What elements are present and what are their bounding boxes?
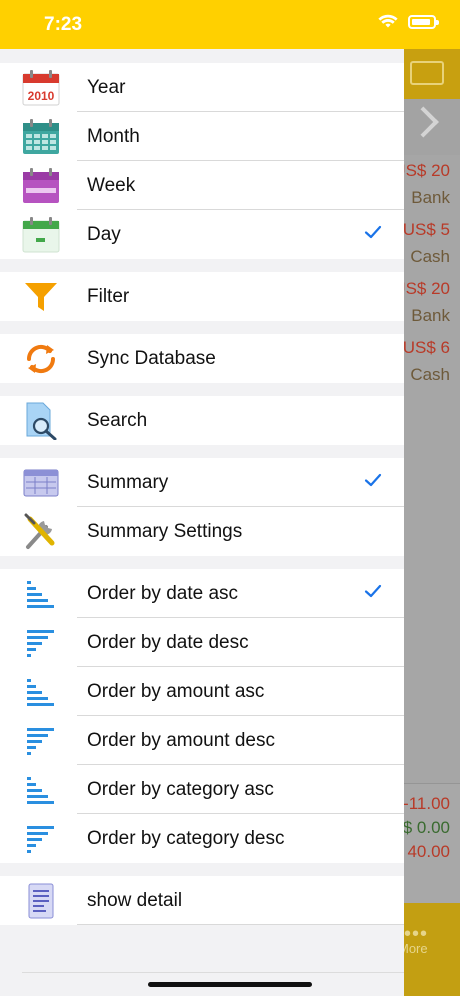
checkmark-icon (364, 584, 382, 598)
menu-item-label: Order by date desc (87, 632, 249, 653)
menu-item-order-amount-desc[interactable]: Order by amount desc (0, 716, 404, 765)
menu-item-month[interactable]: Month (0, 112, 404, 161)
calendar-day-icon (20, 215, 62, 255)
view-section: 2010 Year Month Week Day (0, 63, 404, 259)
status-icons (378, 14, 439, 29)
divider (22, 972, 404, 973)
menu-item-label: Order by amount asc (87, 681, 265, 702)
entry-amount: US$ 20 (404, 161, 450, 180)
summary-table-icon (20, 463, 62, 503)
calendar-week-icon (20, 166, 62, 206)
menu-item-label: Summary (87, 472, 169, 493)
detail-section: show detail (0, 876, 404, 925)
calendar-month-icon (20, 117, 62, 157)
menu-item-label: Summary Settings (87, 521, 243, 542)
tools-icon (20, 512, 62, 552)
search-document-icon (20, 401, 62, 441)
menu-item-order-category-asc[interactable]: Order by category asc (0, 765, 404, 814)
menu-item-label: Year (87, 77, 126, 98)
background-tabbar: ••• More (404, 903, 460, 996)
menu-item-label: Order by amount desc (87, 730, 275, 751)
menu-item-order-date-desc[interactable]: Order by date desc (0, 618, 404, 667)
checkmark-icon (364, 473, 382, 487)
entry-amount: US$ 5 (404, 220, 450, 239)
menu-item-summary-settings[interactable]: Summary Settings (0, 507, 404, 556)
sort-asc-icon (20, 672, 62, 712)
menu-item-label: Week (87, 175, 136, 196)
filter-section: Filter (0, 272, 404, 321)
calendar-icon (410, 61, 444, 85)
side-menu: 2010 Year Month Week Day Filter Sync Dat… (0, 49, 404, 996)
status-bar: 7:23 (0, 0, 460, 49)
menu-item-label: show detail (87, 890, 183, 911)
wifi-icon (378, 14, 398, 28)
sort-desc-icon (20, 623, 62, 663)
menu-item-label: Order by category asc (87, 779, 274, 800)
total-value: -11.00 (404, 794, 450, 813)
entry-account: Cash (410, 247, 450, 266)
search-section: Search (0, 396, 404, 445)
total-value: 40.00 (407, 842, 450, 861)
sort-desc-icon (20, 721, 62, 761)
menu-item-order-amount-asc[interactable]: Order by amount asc (0, 667, 404, 716)
order-section: Order by date asc Order by date desc Ord… (0, 569, 404, 863)
background-header (404, 49, 460, 99)
menu-item-label: Filter (87, 286, 130, 307)
chevron-right-icon (407, 106, 439, 138)
sort-asc-icon (20, 770, 62, 810)
checkmark-icon (364, 225, 382, 239)
background-nav (404, 99, 460, 155)
background-list: US$ 20 Bank US$ 5 Cash US$ 20 Bank US$ 6… (404, 155, 460, 785)
background-totals: -11.00 $ 0.00 40.00 (404, 783, 460, 903)
calendar-year-icon: 2010 (20, 68, 62, 108)
status-time: 7:23 (44, 14, 83, 35)
menu-item-year[interactable]: 2010 Year (0, 63, 404, 112)
entry-amount: US$ 20 (404, 279, 450, 298)
menu-item-label: Day (87, 224, 121, 245)
entry-account: Bank (411, 306, 450, 325)
tab-more-label: More (404, 941, 428, 956)
summary-section: Summary Summary Settings (0, 458, 404, 556)
menu-item-day[interactable]: Day (0, 210, 404, 259)
menu-item-label: Order by date asc (87, 583, 239, 604)
menu-item-label: Search (87, 410, 148, 431)
home-indicator[interactable] (148, 982, 312, 987)
sort-asc-icon (20, 574, 62, 614)
menu-item-order-date-asc[interactable]: Order by date asc (0, 569, 404, 618)
menu-item-order-category-desc[interactable]: Order by category desc (0, 814, 404, 863)
sync-section: Sync Database (0, 334, 404, 383)
filter-funnel-icon (20, 277, 62, 317)
menu-item-label: Order by category desc (87, 828, 285, 849)
menu-item-show-detail[interactable]: show detail (0, 876, 404, 925)
sync-arrows-icon (20, 339, 62, 379)
total-value: $ 0.00 (404, 818, 450, 837)
menu-item-summary[interactable]: Summary (0, 458, 404, 507)
svg-text:2010: 2010 (28, 89, 55, 103)
background-app-overlay[interactable]: US$ 20 Bank US$ 5 Cash US$ 20 Bank US$ 6… (404, 49, 460, 996)
detail-document-icon (20, 881, 62, 921)
menu-item-sync-database[interactable]: Sync Database (0, 334, 404, 383)
entry-account: Cash (410, 365, 450, 384)
menu-item-week[interactable]: Week (0, 161, 404, 210)
sort-desc-icon (20, 819, 62, 859)
entry-account: Bank (411, 188, 450, 207)
menu-item-label: Sync Database (87, 348, 216, 369)
menu-item-filter[interactable]: Filter (0, 272, 404, 321)
menu-item-search[interactable]: Search (0, 396, 404, 445)
menu-item-label: Month (87, 126, 140, 147)
entry-amount: US$ 6 (404, 338, 450, 357)
battery-icon (408, 14, 439, 29)
